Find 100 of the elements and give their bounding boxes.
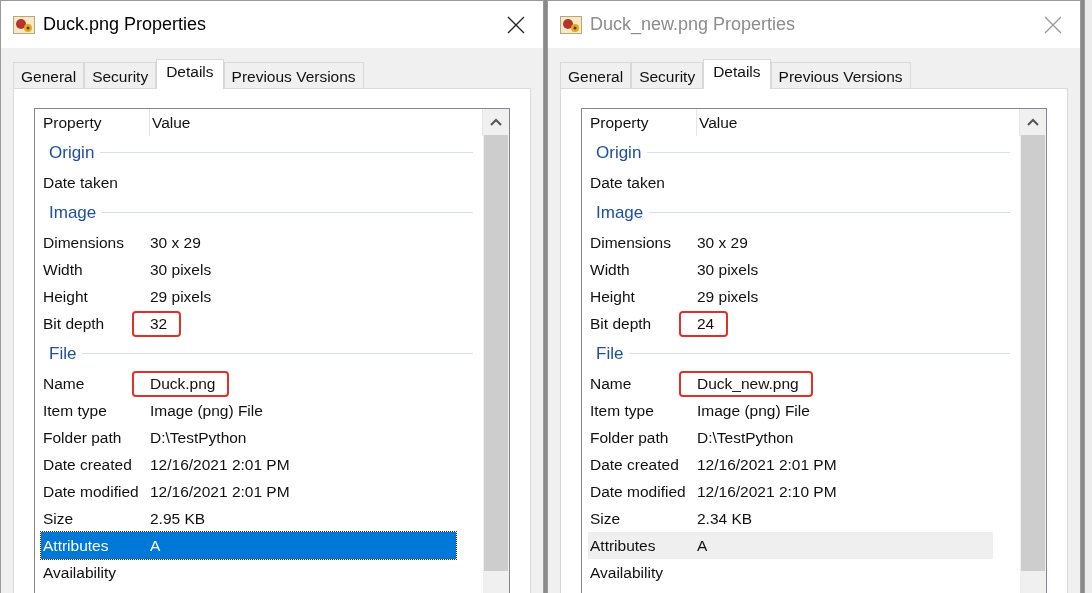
property-row[interactable]: Attributes A [41,532,456,559]
property-row[interactable]: Folder path D:\TestPython [588,424,993,451]
property-value: 2.95 KB [150,509,206,528]
tab[interactable]: Details [703,59,771,89]
image-file-icon [13,14,35,35]
property-value: Duck.png [132,370,230,397]
column-header[interactable]: Property [41,109,150,136]
property-row[interactable]: Name Duck.png [41,370,456,397]
group-header: Origin [596,142,642,163]
property-name: Size [42,509,75,528]
property-name: Date modified [589,482,687,501]
property-row[interactable]: Item type Image (png) File [588,397,993,424]
property-row[interactable]: Date taken [588,169,993,196]
group-header: File [49,343,77,364]
property-name: Dimensions [42,233,125,252]
property-row[interactable]: Bit depth 24 [588,310,993,337]
tab[interactable]: Previous Versions [223,62,364,88]
property-row[interactable]: Width 30 pixels [41,256,456,283]
property-row[interactable]: Height 29 pixels [41,283,456,310]
property-name: Attributes [42,536,110,555]
property-name: Item type [589,401,655,420]
close-icon[interactable] [507,15,525,34]
group-header: Image [49,202,97,223]
property-name: Date created [42,455,133,474]
property-value: 32 [132,310,182,337]
property-value: 30 pixels [150,260,212,279]
property-row[interactable]: Date created 12/16/2021 2:01 PM [41,451,456,478]
property-value: 12/16/2021 2:10 PM [697,482,837,501]
property-row[interactable]: Name Duck_new.png [588,370,993,397]
dialog-title: Duck.png Properties [43,14,208,35]
property-name: Availability [589,563,664,582]
property-name: Size [589,509,622,528]
property-row[interactable]: Item type Image (png) File [41,397,456,424]
group-header: File [596,343,624,364]
property-value: Image (png) File [697,401,810,420]
property-row[interactable]: Bit depth 32 [41,310,456,337]
tab[interactable]: Security [631,62,704,88]
property-value: Image (png) File [150,401,263,420]
property-name: Width [42,260,84,279]
tab[interactable]: General [560,62,632,88]
property-row[interactable]: Folder path D:\TestPython [41,424,456,451]
scroll-thumb[interactable] [484,135,508,571]
property-value: Duck_new.png [679,370,813,397]
property-name: Attributes [589,536,657,555]
property-row[interactable]: Size 2.95 KB [41,505,456,532]
property-value: D:\TestPython [150,428,247,447]
tab[interactable]: Details [156,59,224,89]
property-name: Item type [42,401,108,420]
property-name: Folder path [42,428,123,447]
property-name: Date created [589,455,680,474]
property-row[interactable]: Availability [588,559,993,586]
property-value: 12/16/2021 2:01 PM [150,482,290,501]
property-name: Width [589,260,631,279]
property-row[interactable]: Dimensions 30 x 29 [41,229,456,256]
property-row[interactable]: Date taken [41,169,456,196]
property-value: 30 x 29 [697,233,748,252]
property-value: 29 pixels [150,287,212,306]
property-row[interactable]: Date modified 12/16/2021 2:10 PM [588,478,993,505]
scrollbar[interactable] [1020,109,1046,593]
property-row[interactable]: Size 2.34 KB [588,505,993,532]
property-name: Name [589,374,633,393]
property-value: 29 pixels [697,287,759,306]
property-name: Date modified [42,482,140,501]
property-name: Bit depth [42,314,106,333]
property-name: Bit depth [589,314,653,333]
property-value: 12/16/2021 2:01 PM [150,455,290,474]
dialog-title: Duck_new.png Properties [590,14,797,35]
property-value: A [150,536,161,555]
property-value: A [697,536,708,555]
chevron-up-icon[interactable] [490,118,502,126]
property-row[interactable]: Date created 12/16/2021 2:01 PM [588,451,993,478]
property-name: Availability [42,563,117,582]
property-name: Date taken [42,173,119,192]
property-row[interactable]: Attributes A [588,532,993,559]
property-row[interactable]: Availability [41,559,456,586]
column-header[interactable]: Property [588,109,697,136]
scrollbar[interactable] [483,109,509,593]
property-row[interactable]: Dimensions 30 x 29 [588,229,993,256]
property-name: Dimensions [589,233,672,252]
tab[interactable]: Security [84,62,157,88]
property-name: Folder path [589,428,670,447]
chevron-up-icon[interactable] [1027,118,1039,126]
image-file-icon [560,14,582,35]
property-value: 30 x 29 [150,233,201,252]
property-value: 24 [679,310,729,337]
property-row[interactable]: Width 30 pixels [588,256,993,283]
property-name: Height [42,287,89,306]
property-value: D:\TestPython [697,428,794,447]
property-row[interactable]: Date modified 12/16/2021 2:01 PM [41,478,456,505]
property-value: 12/16/2021 2:01 PM [697,455,837,474]
property-value: 30 pixels [697,260,759,279]
property-row[interactable]: Height 29 pixels [588,283,993,310]
property-name: Date taken [589,173,666,192]
tab[interactable]: Previous Versions [770,62,911,88]
group-header: Origin [49,142,95,163]
group-header: Image [596,202,644,223]
tab[interactable]: General [13,62,85,88]
scroll-thumb[interactable] [1021,135,1045,571]
property-name: Height [589,287,636,306]
property-value: 2.34 KB [697,509,753,528]
